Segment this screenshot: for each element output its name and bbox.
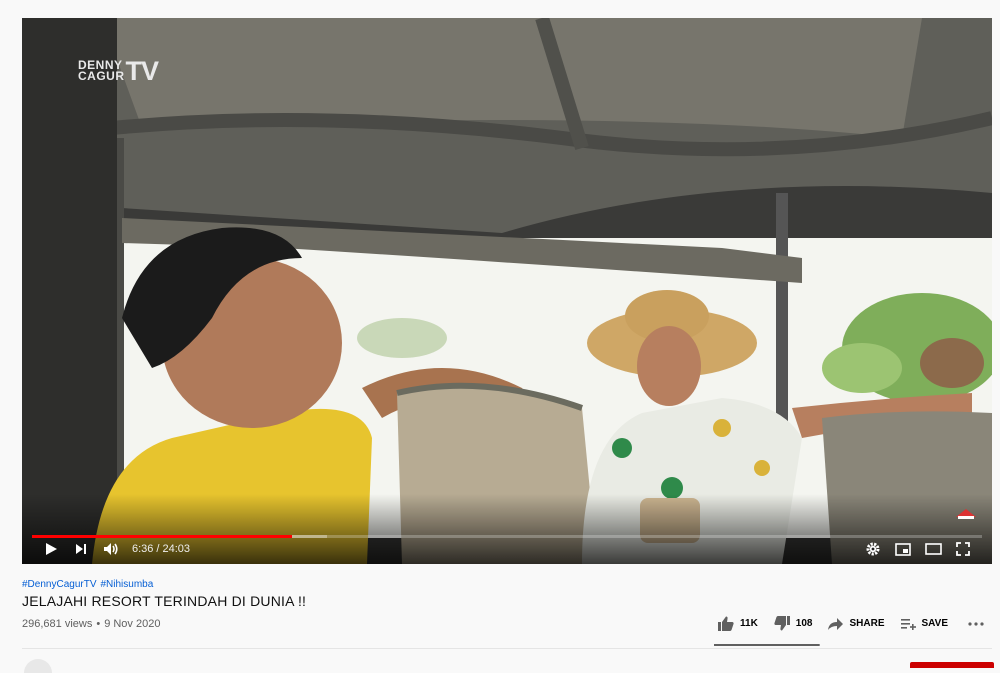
current-time: 6:36 xyxy=(132,543,154,555)
play-button[interactable] xyxy=(36,534,66,564)
meta-separator: • xyxy=(96,618,101,630)
like-ratio-fill xyxy=(714,644,819,646)
theater-button[interactable] xyxy=(918,534,948,564)
dislike-count: 108 xyxy=(795,618,813,629)
play-icon xyxy=(46,543,57,555)
more-icon xyxy=(968,621,984,626)
save-button[interactable]: SAVE xyxy=(900,618,949,630)
like-count: 11K xyxy=(740,618,758,629)
video-title: JELAJAHI RESORT TERINDAH DI DUNIA !! xyxy=(22,593,307,609)
fullscreen-button[interactable] xyxy=(948,534,978,564)
hashtag-link[interactable]: #Nihisumba xyxy=(100,579,153,590)
save-label: SAVE xyxy=(921,618,949,629)
watermark-line2: CAGUR xyxy=(78,69,125,83)
settings-button[interactable] xyxy=(858,534,888,564)
channel-watermark: DENNY CAGUR TV xyxy=(78,56,160,86)
volume-button[interactable] xyxy=(96,534,126,564)
publish-date: 9 Nov 2020 xyxy=(104,618,161,630)
like-button[interactable]: 11K xyxy=(718,616,758,631)
like-ratio-bar xyxy=(714,644,820,646)
channel-avatar[interactable] xyxy=(24,659,52,673)
hashtag-link[interactable]: #DennyCagurTV xyxy=(22,579,96,590)
dislike-button[interactable]: 108 xyxy=(774,616,813,631)
view-count: 296,681 views xyxy=(22,618,93,630)
miniplayer-button[interactable] xyxy=(888,534,918,564)
watermark-line3: TV xyxy=(125,56,160,86)
corner-logo-icon xyxy=(954,507,978,524)
section-divider xyxy=(22,648,992,649)
settings-icon xyxy=(866,542,880,556)
share-label: SHARE xyxy=(849,618,885,629)
fullscreen-icon xyxy=(956,542,970,556)
duration: 24:03 xyxy=(162,543,191,555)
next-icon xyxy=(76,544,86,554)
time-display: 6:36/24:03 xyxy=(132,543,190,555)
thumb-down-icon xyxy=(774,616,790,631)
thumb-up-icon xyxy=(718,616,734,631)
video-meta: 296,681 views • 9 Nov 2020 xyxy=(22,618,160,630)
share-button[interactable]: SHARE xyxy=(828,617,885,630)
video-player[interactable]: DENNY CAGUR TV 6:36/24:03 xyxy=(22,18,992,564)
more-actions-button[interactable] xyxy=(968,621,990,626)
next-button[interactable] xyxy=(66,534,96,564)
theater-icon xyxy=(924,543,942,555)
subscribe-button[interactable] xyxy=(910,662,994,668)
hashtags: #DennyCagurTV #Nihisumba xyxy=(22,579,157,590)
player-controls: 6:36/24:03 xyxy=(22,534,992,564)
save-icon xyxy=(900,618,916,630)
video-frame xyxy=(22,18,992,564)
share-icon xyxy=(828,617,844,630)
miniplayer-icon xyxy=(895,542,911,556)
volume-icon xyxy=(104,543,118,555)
action-bar: 11K 108 SHARE SAVE xyxy=(718,616,990,631)
time-separator: / xyxy=(156,543,160,555)
